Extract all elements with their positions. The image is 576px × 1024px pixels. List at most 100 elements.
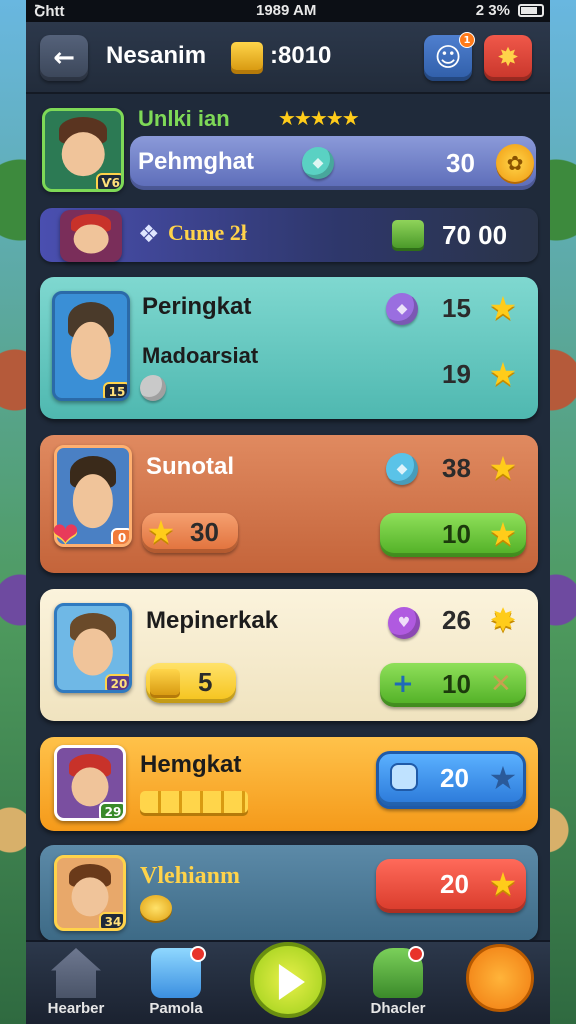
banner-avatar bbox=[60, 210, 122, 262]
play-icon bbox=[250, 942, 326, 1018]
feather-icon: ❖ bbox=[138, 220, 160, 248]
event-banner[interactable]: ❖ Cume 2ł 70 00 bbox=[40, 208, 538, 262]
pill-value: 5 bbox=[198, 667, 213, 697]
profile-name: Pehmghat bbox=[138, 148, 255, 175]
avatar-face bbox=[71, 766, 109, 807]
close-x-icon: ✕ bbox=[490, 669, 512, 699]
leaderboard-card[interactable]: 20 Mepinerkak 5 ♥ 26 ✸ + 10 ✕ bbox=[40, 589, 538, 721]
avatar-face bbox=[72, 473, 114, 528]
coin-icon bbox=[140, 895, 172, 921]
purple-heart-gem-icon: ♥ bbox=[388, 607, 420, 639]
profile-subtitle: Unlki ian bbox=[138, 106, 230, 131]
claim-value: 10 bbox=[442, 669, 471, 699]
purple-gem-icon: ◆ bbox=[386, 293, 418, 325]
player-avatar: Ѵ6 bbox=[42, 108, 124, 192]
gold-bars-row-icon bbox=[140, 791, 248, 813]
avatar-face bbox=[70, 322, 112, 381]
player-name: Mepinerkak bbox=[146, 607, 279, 634]
reward-button[interactable]: ✸ bbox=[484, 35, 532, 81]
player-subname: Madoarsiat bbox=[142, 343, 259, 368]
player-name: Peringkat bbox=[142, 293, 252, 320]
reward-value: 20 bbox=[440, 869, 469, 899]
star-icon: ★ bbox=[488, 759, 518, 797]
notification-dot bbox=[190, 946, 206, 962]
leaderboard-card[interactable]: 15 Peringkat Madoarsiat ◆ 15 ★ 19 ★ bbox=[40, 277, 538, 419]
banner-label: Cume 2ł bbox=[168, 220, 247, 245]
player-name: Sunotal bbox=[146, 453, 234, 480]
star-icon: ★ bbox=[146, 513, 176, 551]
nav-label: Hearber bbox=[47, 1000, 105, 1017]
player-name: Hemgkat bbox=[140, 751, 242, 778]
fox-icon bbox=[466, 944, 534, 1012]
level-badge: 20 bbox=[105, 674, 129, 690]
star-icon: ★ bbox=[488, 449, 518, 487]
claim-value: 10 bbox=[442, 519, 471, 549]
level-badge: 29 bbox=[99, 802, 123, 818]
banner-value: 70 00 bbox=[442, 220, 508, 250]
leaderboard-card[interactable]: 0 ❤ Sunotal ★ 30 ◆ 38 ★ 10 ★ bbox=[40, 435, 538, 573]
player-score: 26 bbox=[442, 605, 471, 635]
level-badge: 34 bbox=[99, 912, 123, 928]
player-name: Vlehianm bbox=[140, 863, 241, 889]
avatar-face bbox=[61, 132, 105, 176]
gold-bars-icon bbox=[150, 669, 180, 695]
avatar-face bbox=[72, 628, 114, 676]
nav-label: Pamola bbox=[149, 1000, 203, 1017]
coin-icon: ✿ bbox=[496, 144, 534, 182]
avatar-face bbox=[73, 224, 109, 254]
profile-badge: 1 bbox=[459, 32, 475, 48]
star-icon: ★ bbox=[488, 289, 518, 327]
star-icon: ★ bbox=[488, 515, 518, 553]
nav-home[interactable]: Hearber bbox=[26, 942, 126, 1024]
cash-stack-icon bbox=[392, 220, 424, 248]
teal-gem-icon: ◆ bbox=[302, 147, 334, 179]
nav-shop[interactable]: Pamola bbox=[126, 942, 226, 1024]
player-avatar: 20 bbox=[54, 603, 132, 693]
nav-pet[interactable] bbox=[450, 942, 550, 1024]
player-avatar: 34 bbox=[54, 855, 126, 931]
tag-badge: 0 bbox=[111, 528, 129, 544]
top-bar: ← Nesanim :8010 ☺ 1 ✸ bbox=[26, 22, 550, 94]
plus-icon: + bbox=[392, 669, 414, 699]
status-bar: Շhtt 1989 AM 2 3% bbox=[26, 0, 550, 22]
house-icon bbox=[51, 948, 101, 998]
carrier-label: Շhtt bbox=[34, 3, 65, 20]
arrow-left-icon: ← bbox=[53, 43, 75, 73]
leaderboard-card[interactable]: 29 Hemgkat 20 ★ bbox=[40, 737, 538, 831]
rating-stars: ★★★★★ bbox=[278, 106, 360, 130]
profile-button[interactable]: ☺ 1 bbox=[424, 32, 475, 81]
player-score: 38 bbox=[442, 453, 471, 483]
star-badge-icon: ✸ bbox=[489, 601, 517, 639]
character-icon: ☺ bbox=[434, 43, 462, 73]
battery-icon bbox=[518, 4, 544, 17]
nav-label: Dhacler bbox=[370, 1000, 426, 1017]
leaderboard-card[interactable]: 34 Vlehianm 20 ★ bbox=[40, 845, 538, 941]
gold-bars-icon bbox=[231, 42, 263, 70]
clock: 1989 AM bbox=[256, 2, 317, 19]
star-icon: ★ bbox=[488, 865, 518, 903]
page-title: Nesanim bbox=[106, 42, 207, 69]
heart-icon: ❤ bbox=[52, 515, 79, 553]
nav-play[interactable] bbox=[238, 942, 338, 1024]
nav-monsters[interactable]: Dhacler bbox=[348, 942, 448, 1024]
bottom-nav: Hearber Pamola Dhacler bbox=[26, 940, 550, 1024]
star-badge-icon: ✸ bbox=[497, 43, 519, 73]
player-avatar: 29 bbox=[54, 745, 126, 821]
star-icon: ★ bbox=[488, 355, 518, 393]
profile-value: 30 bbox=[446, 148, 475, 178]
gold-count: :8010 bbox=[270, 42, 332, 69]
avatar-face bbox=[71, 876, 109, 917]
battery-percent: 2 3% bbox=[475, 2, 510, 19]
pill-value: 30 bbox=[190, 517, 219, 547]
level-badge: 15 bbox=[103, 382, 127, 398]
player-score-secondary: 19 bbox=[442, 359, 471, 389]
player-avatar: 15 bbox=[52, 291, 130, 401]
shield-icon bbox=[390, 763, 418, 791]
reward-value: 20 bbox=[440, 763, 469, 793]
notification-dot bbox=[408, 946, 424, 962]
blue-gem-icon: ◆ bbox=[386, 453, 418, 485]
profile-card[interactable]: Ѵ6 Unlki ian ★★★★★ Pehmghat ◆ 30 ✿ bbox=[38, 104, 540, 196]
level-badge: Ѵ6 bbox=[96, 173, 121, 189]
player-score: 15 bbox=[442, 293, 471, 323]
back-button[interactable]: ← bbox=[40, 35, 88, 81]
